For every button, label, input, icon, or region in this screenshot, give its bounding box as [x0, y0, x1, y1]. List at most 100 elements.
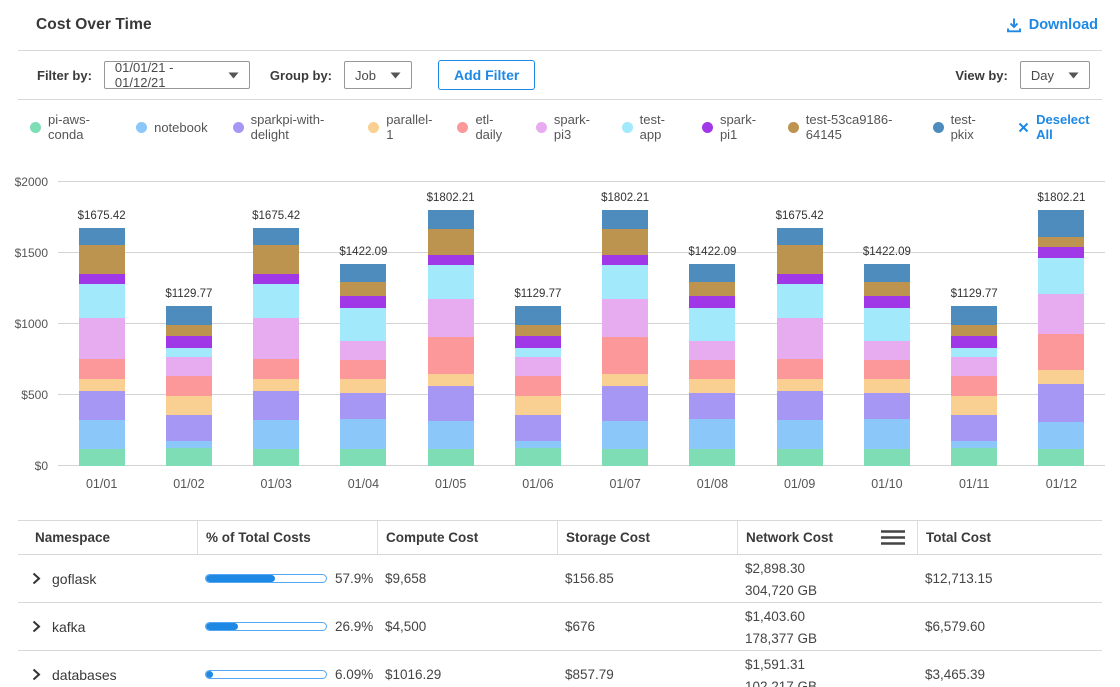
legend-item-pi-aws-conda[interactable]: pi-aws-conda — [30, 112, 111, 142]
bar-segment-pi-aws-conda — [602, 449, 648, 466]
bar-total-label: $1802.21 — [427, 192, 475, 204]
deselect-all-label: Deselect All — [1036, 112, 1100, 142]
bar-segment-pi-aws-conda — [515, 448, 561, 466]
bar-segment-sparkpi-with-delight — [951, 415, 997, 441]
legend-item-label: spark-pi3 — [554, 112, 597, 142]
column-header-%-of-total-costs: % of Total Costs — [197, 521, 377, 554]
network-gb-value: 102,217 GB — [745, 676, 917, 687]
stacked-bar — [166, 306, 212, 466]
network-cost-value: $2,898.30 — [745, 558, 917, 580]
bar-segment-test-pkix — [777, 228, 823, 245]
chevron-right-icon[interactable] — [32, 572, 41, 585]
legend-item-sparkpi-with-delight[interactable]: sparkpi-with-delight — [233, 112, 344, 142]
bar-total-label: $1422.09 — [863, 246, 911, 258]
bar-segment-sparkpi-with-delight — [1038, 384, 1084, 422]
pct-of-total-cell: 26.9% — [197, 619, 377, 634]
bar-total-label: $1675.42 — [252, 210, 300, 222]
bar-segment-spark-pi1 — [79, 274, 125, 284]
chevron-down-icon — [390, 72, 401, 79]
legend-swatch-icon — [457, 122, 468, 133]
chevron-right-icon[interactable] — [32, 620, 41, 633]
legend-item-spark-pi1[interactable]: spark-pi1 — [702, 112, 763, 142]
x-axis-tick-label: 01/12 — [1018, 477, 1105, 491]
add-filter-button[interactable]: Add Filter — [438, 60, 535, 90]
bar-segment-test-53ca9186-64145 — [689, 282, 735, 296]
bar-segment-spark-pi3 — [253, 318, 299, 359]
bar-segment-spark-pi1 — [340, 296, 386, 308]
download-button[interactable]: Download — [1006, 17, 1098, 33]
bar-segment-parallel-1 — [166, 396, 212, 416]
bar-segment-sparkpi-with-delight — [79, 391, 125, 420]
bar-segment-etl-daily — [253, 359, 299, 379]
group-by-select[interactable]: Job — [344, 61, 412, 89]
bar-segment-notebook — [689, 419, 735, 448]
bar-segment-spark-pi1 — [689, 296, 735, 308]
bar-segment-pi-aws-conda — [864, 449, 910, 466]
bar-column-01/10: $1422.0901/10 — [843, 182, 930, 466]
bar-segment-test-53ca9186-64145 — [777, 245, 823, 274]
top-bar: Cost Over Time Download — [0, 0, 1120, 50]
bar-segment-parallel-1 — [777, 379, 823, 391]
pct-label: 26.9% — [335, 619, 373, 634]
bar-segment-spark-pi1 — [602, 255, 648, 265]
bar-segment-etl-daily — [79, 359, 125, 379]
bar-segment-sparkpi-with-delight — [864, 393, 910, 419]
bar-segment-test-pkix — [515, 306, 561, 326]
filter-by-label: Filter by: — [37, 68, 92, 83]
network-cost-cell: $1,591.31102,217 GB — [737, 652, 917, 687]
bar-segment-test-app — [864, 308, 910, 341]
view-by-select[interactable]: Day — [1020, 61, 1090, 89]
bar-segment-parallel-1 — [253, 379, 299, 391]
legend-item-etl-daily[interactable]: etl-daily — [457, 112, 510, 142]
legend-item-spark-pi3[interactable]: spark-pi3 — [536, 112, 597, 142]
bar-segment-sparkpi-with-delight — [166, 415, 212, 441]
legend-item-notebook[interactable]: notebook — [136, 120, 208, 135]
bar-segment-test-app — [340, 308, 386, 341]
view-by-label: View by: — [955, 68, 1008, 83]
namespace-label: kafka — [52, 619, 85, 635]
legend-item-test-53ca9186-64145[interactable]: test-53ca9186-64145 — [788, 112, 908, 142]
column-header-network-cost: Network Cost — [737, 521, 917, 554]
bar-total-label: $1675.42 — [776, 210, 824, 222]
chevron-right-icon[interactable] — [32, 668, 41, 681]
y-axis-tick-label: $0 — [2, 459, 48, 473]
bar-segment-spark-pi1 — [951, 336, 997, 348]
y-axis-tick-label: $1500 — [2, 246, 48, 260]
bar-segment-notebook — [1038, 422, 1084, 450]
x-axis-tick-label: 01/11 — [931, 477, 1018, 491]
column-header-namespace: Namespace — [18, 521, 197, 554]
bar-segment-spark-pi3 — [864, 341, 910, 360]
legend-item-parallel-1[interactable]: parallel-1 — [368, 112, 432, 142]
deselect-all-button[interactable]: Deselect All — [1018, 112, 1100, 142]
progress-bar — [205, 622, 327, 631]
legend-item-test-app[interactable]: test-app — [622, 112, 677, 142]
column-menu-icon[interactable] — [881, 530, 905, 545]
pct-label: 6.09% — [335, 667, 373, 682]
bar-total-label: $1422.09 — [688, 246, 736, 258]
legend-swatch-icon — [933, 122, 944, 133]
stacked-bar — [1038, 210, 1084, 466]
bar-total-label: $1129.77 — [165, 288, 212, 300]
table-header-row: Namespace% of Total CostsCompute CostSto… — [18, 521, 1102, 555]
bar-segment-pi-aws-conda — [777, 449, 823, 466]
bar-segment-pi-aws-conda — [951, 448, 997, 466]
cost-over-time-panel: Cost Over Time Download Filter by: 01/01… — [0, 0, 1120, 687]
bar-segment-parallel-1 — [602, 374, 648, 386]
x-axis-tick-label: 01/03 — [233, 477, 320, 491]
bar-segment-notebook — [777, 420, 823, 449]
page-title: Cost Over Time — [36, 16, 152, 34]
legend-item-test-pkix[interactable]: test-pkix — [933, 112, 990, 142]
bar-column-01/06: $1129.7701/06 — [494, 182, 581, 466]
bar-segment-test-app — [428, 265, 474, 299]
bar-segment-spark-pi1 — [1038, 247, 1084, 258]
bar-segment-pi-aws-conda — [79, 449, 125, 466]
bar-segment-spark-pi1 — [864, 296, 910, 308]
bar-segment-test-app — [515, 348, 561, 357]
stacked-bar — [602, 210, 648, 466]
bar-segment-pi-aws-conda — [253, 449, 299, 466]
date-range-select[interactable]: 01/01/21 - 01/12/21 — [104, 61, 250, 89]
bar-segment-notebook — [253, 420, 299, 449]
bar-segment-test-pkix — [428, 210, 474, 228]
bar-total-label: $1422.09 — [339, 246, 387, 258]
legend-item-label: sparkpi-with-delight — [251, 112, 344, 142]
